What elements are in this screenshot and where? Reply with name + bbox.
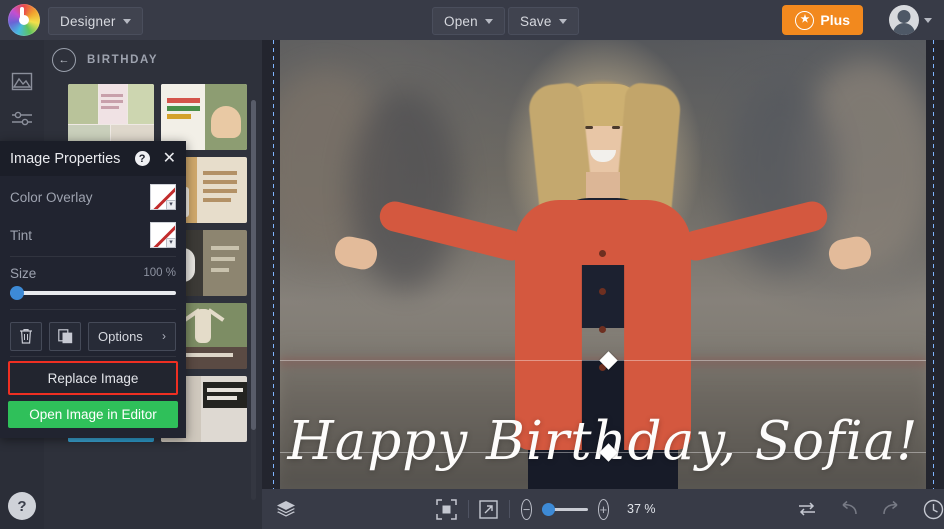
- zoom-in-button[interactable]: +: [598, 499, 609, 520]
- panel-action-row: Options ›: [0, 316, 186, 356]
- replace-image-label: Replace Image: [48, 371, 139, 386]
- chevron-down-icon: [485, 19, 493, 24]
- color-overlay-label: Color Overlay: [10, 190, 150, 205]
- color-overlay-swatch[interactable]: ▾: [150, 184, 176, 210]
- back-button[interactable]: ←: [52, 48, 76, 72]
- undo-icon: [839, 500, 859, 518]
- avatar: [889, 5, 919, 35]
- designer-label: Designer: [60, 14, 116, 29]
- expand-icon: [479, 500, 498, 519]
- bottom-toolbar: − + 37 %: [262, 489, 944, 529]
- chevron-down-icon[interactable]: ▾: [166, 238, 176, 248]
- sidebar-header: ← BIRTHDAY: [44, 40, 262, 80]
- chevron-right-icon: ›: [162, 329, 166, 343]
- redo-icon: [881, 500, 901, 518]
- logo-stem: [20, 7, 24, 23]
- size-slider-thumb[interactable]: [10, 286, 24, 300]
- options-button[interactable]: Options ›: [88, 322, 176, 351]
- zoom-slider-thumb[interactable]: [542, 503, 555, 516]
- adjustments-icon: [10, 109, 34, 129]
- close-icon[interactable]: ✕: [163, 151, 176, 167]
- sidebar-scrollbar-thumb[interactable]: [251, 100, 256, 430]
- history-icon: [923, 499, 944, 520]
- fit-to-screen-button[interactable]: [436, 499, 457, 520]
- close-icon-label: ✕: [163, 150, 176, 167]
- subject-eye-right: [612, 126, 620, 129]
- chevron-down-icon: [924, 18, 932, 23]
- sidebar-scrollbar[interactable]: [251, 100, 256, 500]
- avatar-head: [898, 10, 911, 23]
- star-icon: ★: [795, 11, 814, 30]
- layers-button[interactable]: [276, 500, 296, 518]
- save-menu-button[interactable]: Save: [508, 7, 579, 35]
- panel-header: Image Properties ? ✕: [0, 141, 186, 176]
- size-row: Size 100 %: [0, 261, 186, 285]
- duplicate-icon: [58, 329, 73, 344]
- subject-eye-left: [585, 126, 593, 129]
- chevron-down-icon: [123, 19, 131, 24]
- swap-button[interactable]: [797, 500, 817, 518]
- designer-menu-button[interactable]: Designer: [48, 7, 143, 35]
- trash-icon: [19, 328, 33, 344]
- divider: [10, 256, 176, 257]
- help-button[interactable]: ?: [8, 492, 36, 520]
- undo-button[interactable]: [839, 500, 859, 518]
- swap-icon: [797, 500, 817, 518]
- open-menu-button[interactable]: Open: [432, 7, 505, 35]
- tint-label: Tint: [10, 228, 150, 243]
- zoom-in-label: +: [600, 503, 608, 516]
- app-root: Designer Open Save ★ Plus: [0, 0, 944, 529]
- rail-item-adjustments[interactable]: [0, 100, 44, 138]
- help-icon-label: ?: [139, 153, 146, 165]
- rail-item-image[interactable]: [0, 62, 44, 100]
- replace-image-button[interactable]: Replace Image: [8, 361, 178, 395]
- help-icon[interactable]: ?: [135, 151, 150, 166]
- options-label: Options: [98, 329, 143, 344]
- plus-label: Plus: [820, 12, 850, 28]
- history-button[interactable]: [923, 499, 944, 520]
- app-logo-icon[interactable]: [8, 4, 40, 36]
- delete-button[interactable]: [10, 322, 42, 351]
- chevron-down-icon: [559, 19, 567, 24]
- canvas-area[interactable]: Happy Birthday, Sofia!: [262, 40, 944, 489]
- layers-icon: [276, 500, 296, 518]
- open-label: Open: [444, 14, 478, 29]
- tint-swatch[interactable]: ▾: [150, 222, 176, 248]
- zoom-level-label: 37 %: [627, 502, 667, 516]
- size-label: Size: [10, 266, 143, 281]
- image-properties-panel: Image Properties ? ✕ Color Overlay ▾ Tin…: [0, 141, 186, 438]
- fit-to-screen-icon: [436, 499, 457, 520]
- zoom-out-label: −: [523, 503, 531, 516]
- chevron-down-icon[interactable]: ▾: [166, 200, 176, 210]
- image-icon: [11, 72, 33, 91]
- zoom-slider[interactable]: [542, 508, 588, 511]
- sidebar-category-title: BIRTHDAY: [87, 54, 158, 66]
- plus-upgrade-button[interactable]: ★ Plus: [782, 5, 863, 35]
- size-slider[interactable]: [10, 291, 176, 295]
- top-bar: Designer Open Save ★ Plus: [0, 0, 944, 40]
- help-button-label: ?: [17, 498, 26, 515]
- open-image-in-editor-button[interactable]: Open Image in Editor: [8, 401, 178, 428]
- tint-row: Tint ▾: [0, 218, 186, 252]
- account-menu[interactable]: [889, 5, 932, 35]
- open-image-in-editor-label: Open Image in Editor: [29, 407, 157, 422]
- save-label: Save: [520, 14, 552, 29]
- panel-title: Image Properties: [10, 151, 135, 167]
- color-overlay-row: Color Overlay ▾: [0, 180, 186, 214]
- size-value: 100 %: [143, 267, 176, 279]
- canvas-headline-text[interactable]: Happy Birthday, Sofia!: [262, 411, 944, 472]
- divider: [10, 356, 176, 357]
- expand-button[interactable]: [479, 500, 498, 519]
- zoom-out-button[interactable]: −: [521, 499, 532, 520]
- avatar-body: [893, 23, 915, 35]
- redo-button[interactable]: [881, 500, 901, 518]
- duplicate-button[interactable]: [49, 322, 81, 351]
- divider: [10, 309, 176, 310]
